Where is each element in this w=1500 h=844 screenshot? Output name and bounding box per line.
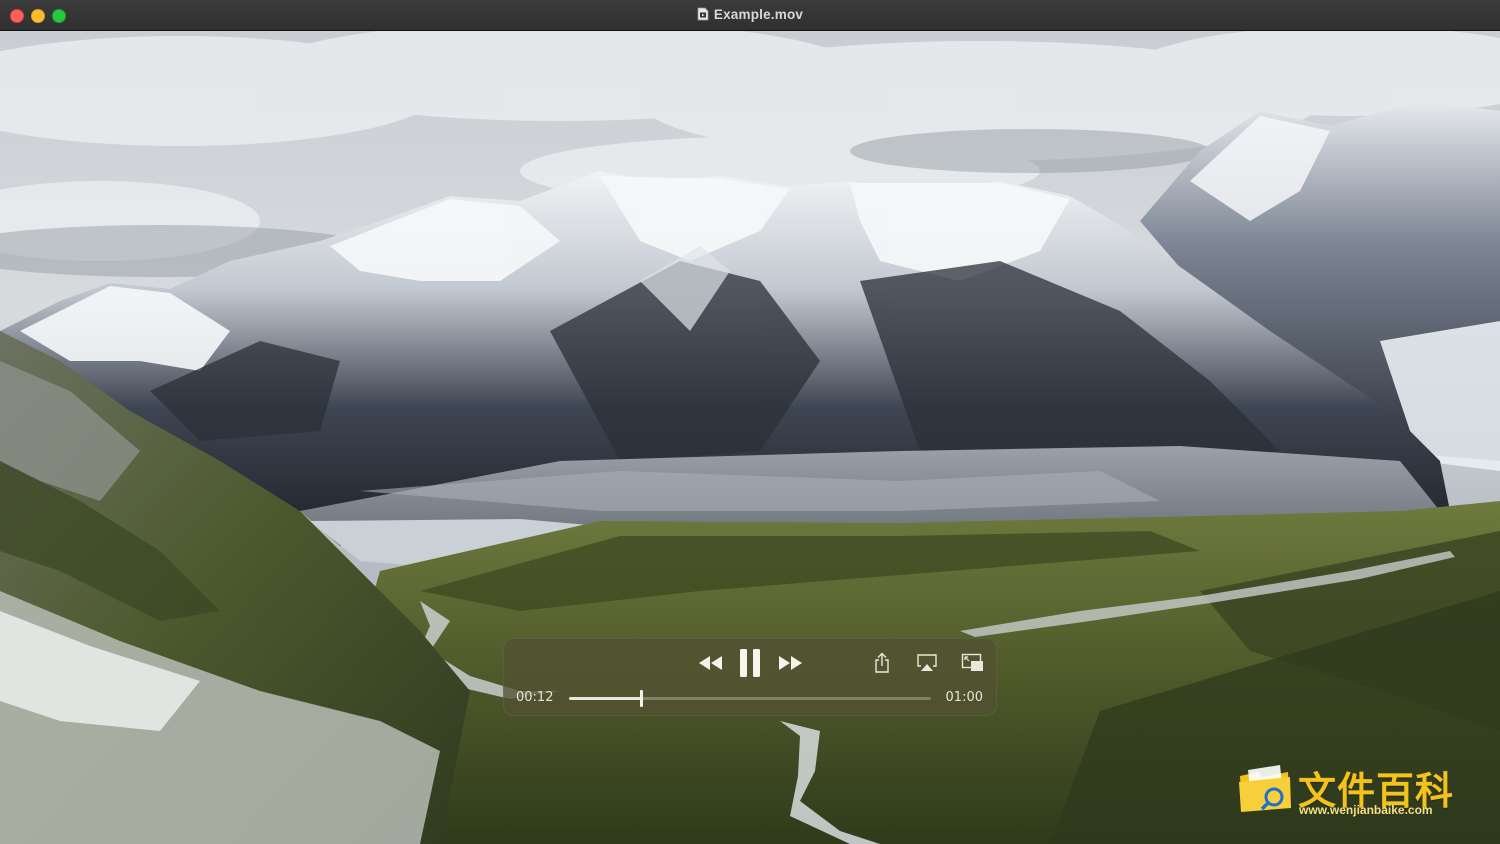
playback-controls: 00:12 01:00	[503, 638, 997, 716]
current-time: 00:12	[516, 690, 554, 705]
window-title-text: Example.mov	[713, 7, 804, 22]
pause-icon	[740, 649, 760, 677]
watermark: 文件百科 www.wenjianbaike.com	[1236, 760, 1466, 820]
scrubber-progress	[569, 697, 641, 700]
airplay-icon	[917, 654, 937, 671]
rewind-button[interactable]	[698, 654, 724, 677]
play-pause-button[interactable]	[738, 648, 762, 683]
airplay-button[interactable]	[916, 653, 938, 678]
duration-time: 01:00	[945, 690, 983, 705]
share-button[interactable]	[873, 652, 891, 679]
watermark-url: www.wenjianbaike.com	[1299, 803, 1433, 817]
window-title: Example.mov	[0, 7, 1500, 24]
mountain-landscape-image	[0, 31, 1500, 844]
title-bar[interactable]: Example.mov	[0, 0, 1500, 31]
scrubber-track[interactable]	[569, 690, 931, 707]
fast-forward-button[interactable]	[777, 654, 803, 677]
folder-search-logo-icon	[1239, 765, 1291, 812]
rewind-icon	[699, 656, 722, 670]
picture-in-picture-button[interactable]	[961, 653, 985, 678]
fast-forward-icon	[779, 656, 802, 670]
share-icon	[875, 652, 889, 673]
scrubber-playhead[interactable]	[640, 690, 643, 707]
movie-document-icon	[697, 7, 709, 24]
video-frame[interactable]	[0, 31, 1500, 844]
picture-in-picture-icon	[961, 653, 983, 671]
